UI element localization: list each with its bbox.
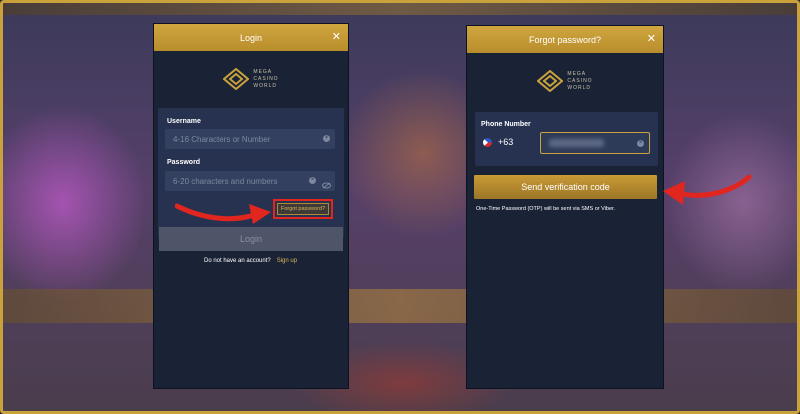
logo: MEGA CASINO WORLD bbox=[467, 65, 663, 97]
phone-input[interactable] bbox=[540, 132, 650, 154]
close-icon[interactable]: ✕ bbox=[647, 32, 656, 45]
arrow-right-icon bbox=[663, 174, 752, 205]
login-title: Login bbox=[239, 32, 263, 43]
otp-note: One-Time Password (OTP) will be sent via… bbox=[476, 206, 616, 212]
forgot-password-highlight: Forgot password? bbox=[273, 199, 334, 219]
forgot-password-panel: Forgot password? ✕ MEGA CASINO WORLD Pho… bbox=[466, 25, 664, 389]
password-label: Password bbox=[167, 159, 201, 166]
clear-icon[interactable]: × bbox=[323, 135, 330, 142]
login-button[interactable]: Login bbox=[159, 227, 343, 251]
signup-link[interactable]: Sign up bbox=[277, 258, 297, 264]
logo-line: MEGA bbox=[567, 70, 587, 77]
ph-flag-icon bbox=[483, 137, 492, 147]
close-icon[interactable]: ✕ bbox=[332, 30, 341, 43]
send-verification-button[interactable]: Send verification code bbox=[474, 175, 657, 199]
forgot-password-link[interactable]: Forgot password? bbox=[277, 203, 330, 215]
logo-text: MEGA CASINO WORLD bbox=[253, 69, 278, 90]
password-placeholder: 6-20 characters and numbers bbox=[173, 176, 278, 186]
username-label: Username bbox=[167, 118, 201, 125]
background-frame: Login ✕ MEGA CASINO WORLD Username 4-16 … bbox=[0, 0, 800, 414]
logo-text: MEGA CASINO WORLD bbox=[567, 71, 592, 92]
logo: MEGA CASINO WORLD bbox=[154, 63, 348, 95]
signup-line: Do not have an account? Sign up bbox=[204, 258, 297, 264]
login-header: Login ✕ bbox=[154, 24, 348, 51]
background-band bbox=[3, 289, 797, 323]
no-account-text: Do not have an account? bbox=[204, 258, 271, 264]
country-selector[interactable]: +63 bbox=[483, 137, 513, 147]
username-placeholder: 4-16 Characters or Number bbox=[173, 134, 271, 144]
logo-icon bbox=[223, 68, 250, 90]
clear-icon[interactable]: × bbox=[637, 140, 644, 147]
username-field[interactable]: 4-16 Characters or Number bbox=[165, 129, 335, 149]
background-band-top bbox=[3, 3, 797, 15]
phone-label: Phone Number bbox=[481, 121, 531, 128]
blurred-phone-icon bbox=[549, 139, 604, 147]
logo-line: WORLD bbox=[253, 82, 278, 89]
country-code: +63 bbox=[498, 137, 514, 147]
logo-icon bbox=[537, 70, 564, 92]
arrow-left-icon bbox=[175, 203, 271, 224]
logo-line: WORLD bbox=[567, 84, 592, 91]
eye-icon[interactable] bbox=[322, 176, 331, 189]
forgot-header: Forgot password? ✕ bbox=[467, 26, 663, 53]
clear-icon[interactable]: × bbox=[309, 177, 316, 184]
logo-line: CASINO bbox=[253, 75, 279, 82]
logo-line: CASINO bbox=[567, 77, 593, 84]
logo-line: MEGA bbox=[253, 68, 273, 75]
forgot-title: Forgot password? bbox=[528, 34, 602, 45]
